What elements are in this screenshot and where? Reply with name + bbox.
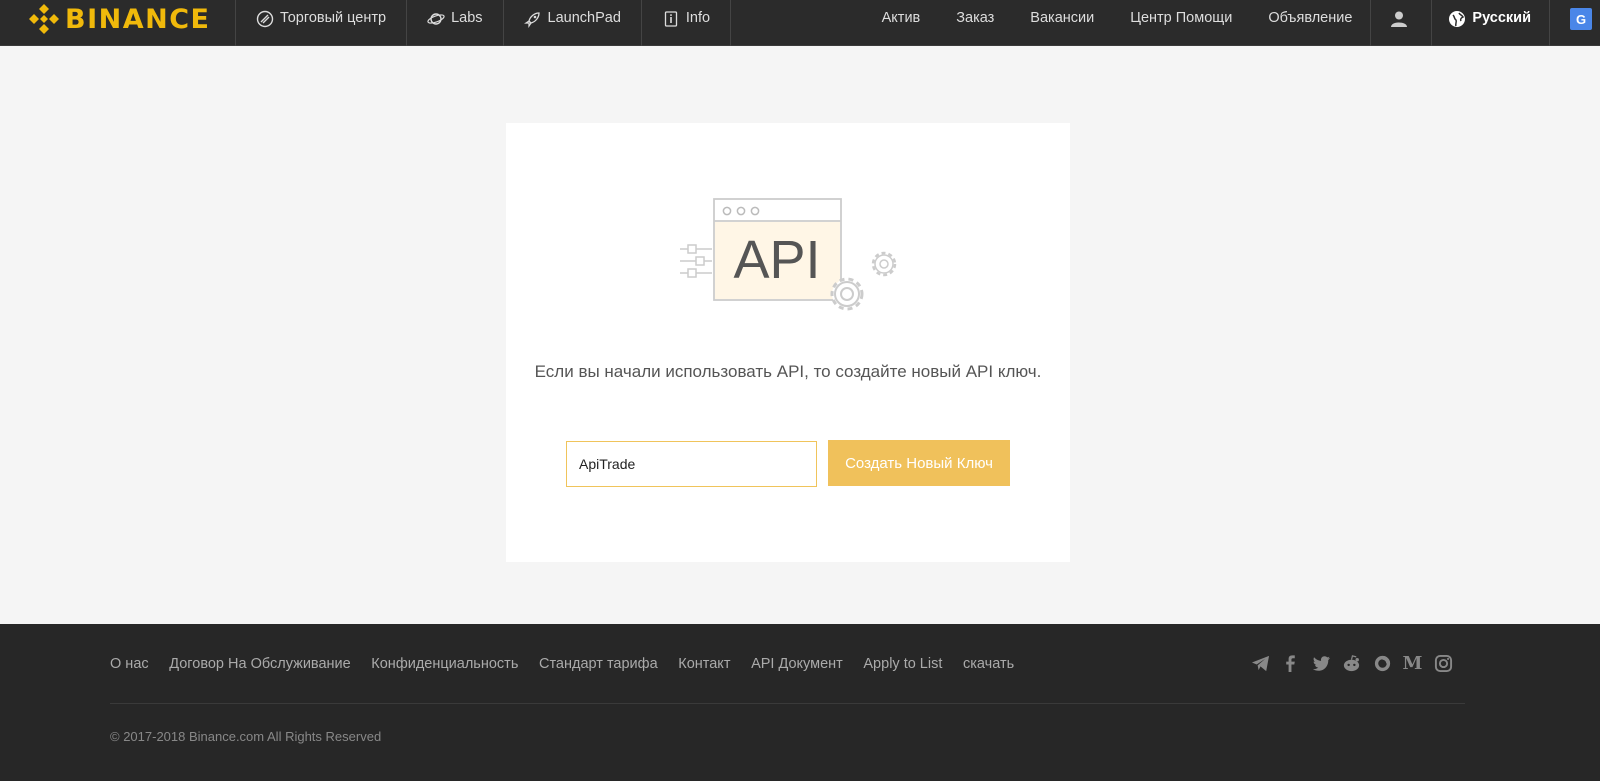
account-menu[interactable]	[1370, 0, 1431, 46]
footer: О нас Договор На Обслуживание Конфиденци…	[0, 624, 1600, 781]
planet-icon	[427, 10, 445, 28]
api-key-label-input[interactable]	[566, 441, 817, 487]
exchange-icon	[256, 10, 274, 28]
rocket-icon	[523, 10, 542, 28]
primary-nav: Торговый центр Labs LaunchPad Info	[235, 0, 732, 46]
facebook-icon[interactable]	[1280, 652, 1302, 674]
google-translate-icon: G	[1570, 8, 1592, 30]
nav-item-orders[interactable]: Заказ	[938, 0, 1012, 46]
instagram-icon[interactable]	[1432, 652, 1454, 674]
user-icon	[1389, 9, 1409, 33]
nav-item-label: Торговый центр	[280, 10, 387, 26]
api-illustration-text: API	[733, 230, 820, 290]
footer-link-download[interactable]: скачать	[963, 656, 1014, 672]
footer-link-apply-to-list[interactable]: Apply to List	[863, 656, 942, 672]
nav-item-launchpad[interactable]: LaunchPad	[502, 0, 641, 46]
nav-item-help-center[interactable]: Центр Помощи	[1112, 0, 1250, 46]
nav-item-label: Info	[685, 10, 711, 26]
footer-link-fees[interactable]: Стандарт тарифа	[539, 656, 658, 672]
google-translate-button[interactable]: G	[1549, 0, 1600, 46]
nav-item-label: LaunchPad	[547, 10, 621, 26]
nav-item-exchange[interactable]: Торговый центр	[235, 0, 406, 46]
api-key-card: API Если вы начали использовать API, то …	[506, 123, 1070, 562]
binance-diamond-icon	[29, 4, 59, 34]
nav-item-labs[interactable]: Labs	[406, 0, 502, 46]
globe-icon	[1448, 10, 1466, 28]
gear-icon	[830, 277, 864, 311]
footer-link-terms[interactable]: Договор На Обслуживание	[169, 656, 350, 672]
copyright-text: © 2017-2018 Binance.com All Rights Reser…	[110, 729, 382, 744]
medium-icon[interactable]: M	[1402, 652, 1424, 674]
footer-link-privacy[interactable]: Конфиденциальность	[371, 656, 518, 672]
nav-item-info[interactable]: Info	[640, 0, 732, 46]
info-icon	[662, 10, 680, 28]
api-illustration: API	[680, 198, 897, 311]
language-label: Русский	[1472, 10, 1531, 26]
secondary-nav: Актив Заказ Вакансии Центр Помощи Объявл…	[864, 0, 1600, 46]
nav-item-careers[interactable]: Вакансии	[1012, 0, 1112, 46]
twitter-icon[interactable]	[1310, 652, 1332, 674]
footer-link-api-docs[interactable]: API Документ	[751, 656, 843, 672]
nav-item-announcements[interactable]: Объявление	[1250, 0, 1370, 46]
nav-item-assets[interactable]: Актив	[864, 0, 939, 46]
api-instruction-text: Если вы начали использовать API, то созд…	[534, 362, 1042, 381]
footer-link-about[interactable]: О нас	[110, 656, 149, 672]
language-selector[interactable]: Русский	[1431, 0, 1549, 46]
footer-link-contact[interactable]: Контакт	[678, 656, 730, 672]
top-navigation-bar: BINANCE Торговый центр Labs LaunchPad In…	[0, 0, 1600, 46]
footer-divider	[110, 703, 1465, 704]
small-gear-icon	[871, 251, 897, 277]
brand-name: BINANCE	[65, 3, 211, 35]
wechat-icon[interactable]	[1371, 652, 1393, 674]
footer-links: О нас Договор На Обслуживание Конфиденци…	[110, 656, 1035, 672]
telegram-icon[interactable]	[1249, 652, 1271, 674]
nav-item-label: Labs	[451, 10, 483, 26]
create-new-key-button[interactable]: Создать Новый Ключ	[828, 440, 1010, 486]
reddit-icon[interactable]	[1341, 652, 1363, 674]
social-links: M	[1249, 652, 1463, 674]
binance-logo[interactable]: BINANCE	[26, 0, 210, 38]
